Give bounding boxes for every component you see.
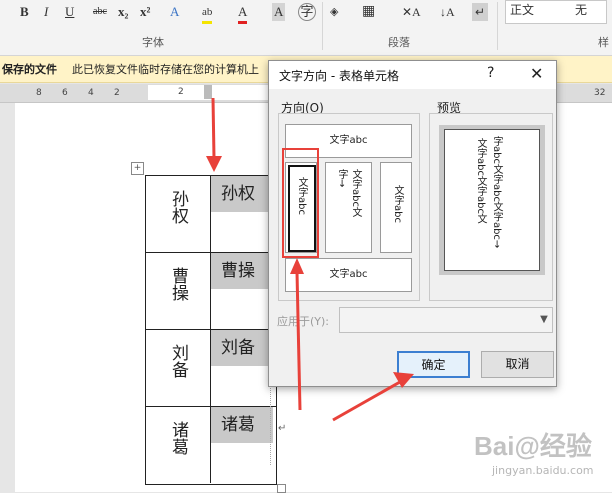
ruler-tick: 4	[88, 88, 94, 98]
table-cell[interactable]: 诸葛	[211, 407, 276, 483]
table-cell[interactable]: 曹操	[146, 253, 211, 329]
table-cell[interactable]: 曹操	[211, 253, 276, 329]
chinese-layout-icon[interactable]: ✕A	[402, 3, 421, 21]
preview-text-line: 文字abc文字abc文	[475, 138, 486, 224]
cell-text: 曹操	[211, 253, 273, 289]
cell-text: 刘备	[211, 330, 273, 366]
cell-text: 诸葛	[211, 407, 273, 443]
text-effects-button[interactable]: A	[170, 3, 179, 21]
ruler-text-area: 2	[148, 85, 268, 100]
group-separator	[497, 2, 498, 50]
direction-option-vertical-stacked[interactable]: 文字abc文 字→	[325, 162, 372, 253]
style-next[interactable]: 无	[575, 1, 587, 18]
info-bar-title: 保存的文件	[2, 63, 57, 76]
direction-option-vertical-right[interactable]: 文字abc	[380, 162, 412, 253]
char-shading-button[interactable]: A	[272, 3, 286, 21]
ribbon: B I U abc x₂ x² A ab A A 字 字体 ◈ ▦ ✕A ↓A …	[0, 0, 612, 56]
table-row: 曹操 曹操	[146, 253, 276, 330]
ruler-tick: 2	[114, 88, 120, 98]
direction-option-upside-down[interactable]: 文字abc	[285, 258, 412, 292]
enclose-char-icon[interactable]: 字	[298, 3, 316, 21]
apply-to-label: 应用于(Y):	[277, 315, 330, 328]
text-direction-dialog: 文字方向 - 表格单元格 ? ✕ 方向(O) 文字abc 文字abc 文字abc…	[268, 60, 557, 387]
underline-button[interactable]: U	[65, 3, 74, 21]
table-row: 刘备 刘备	[146, 330, 276, 407]
cell-text: 孙权	[211, 176, 273, 212]
dialog-titlebar[interactable]: 文字方向 - 表格单元格 ? ✕	[269, 61, 556, 89]
ruler-indent-marker[interactable]	[204, 85, 212, 99]
table-cell[interactable]: 刘备	[211, 330, 276, 406]
table-cell[interactable]: 孙权	[146, 176, 211, 252]
cancel-button[interactable]: 取消	[481, 351, 554, 378]
shading-icon[interactable]: ◈	[330, 3, 338, 21]
table-cell[interactable]: 刘备	[146, 330, 211, 406]
preview-paper: 文字abc文字abc文 字abc文字abc文字abc→	[444, 129, 540, 271]
font-color-button[interactable]: A	[238, 3, 248, 24]
show-marks-icon[interactable]: ↵	[472, 3, 489, 21]
option-label: 文字abc文	[350, 169, 361, 217]
vertical-cell-text: 孙权	[168, 190, 188, 224]
subscript-button[interactable]: x₂	[118, 3, 128, 21]
vertical-cell-text: 曹操	[168, 267, 188, 301]
watermark-logo: Bai@经验	[474, 431, 592, 461]
option-label: 文字abc	[329, 135, 368, 146]
document-table[interactable]: 孙权 孙权 曹操 曹操 刘备 刘备 诸葛 诸葛	[145, 175, 277, 485]
chevron-down-icon[interactable]: ▼	[535, 307, 553, 333]
ruler-tick: 2	[178, 87, 184, 97]
style-group-label: 样	[598, 36, 609, 49]
table-cell[interactable]: 诸葛	[146, 407, 211, 483]
borders-icon[interactable]: ▦	[362, 3, 375, 21]
font-group-label: 字体	[142, 36, 164, 49]
close-button[interactable]: ✕	[530, 64, 543, 83]
vertical-cell-text: 刘备	[168, 344, 188, 378]
dialog-title: 文字方向 - 表格单元格	[279, 69, 399, 83]
sort-icon[interactable]: ↓A	[440, 3, 455, 21]
strikethrough-button[interactable]: abc	[93, 3, 107, 21]
ruler-tick: 32	[594, 88, 606, 98]
ok-button[interactable]: 确定	[397, 351, 470, 378]
option-label: 字→	[336, 169, 347, 188]
highlight-button[interactable]: ab	[202, 3, 213, 24]
preview-text-line: 字abc文字abc文字abc→	[491, 136, 502, 249]
table-row: 孙权 孙权	[146, 176, 276, 253]
table-move-handle[interactable]: +	[131, 162, 144, 175]
vertical-cell-text: 诸葛	[168, 421, 188, 455]
option-label: 文字abc	[329, 269, 368, 280]
italic-button[interactable]: I	[44, 3, 48, 21]
option-label: 文字abc	[392, 185, 403, 223]
bold-button[interactable]: B	[20, 3, 29, 21]
table-cell[interactable]: 孙权	[211, 176, 276, 252]
ruler-tick: 6	[62, 88, 68, 98]
ruler-tick: 8	[36, 88, 42, 98]
info-bar-message: 此已恢复文件临时存储在您的计算机上	[72, 63, 259, 76]
annotation-highlight-box	[282, 148, 319, 258]
group-separator	[322, 2, 323, 50]
table-row: 诸葛 诸葛	[146, 407, 276, 483]
watermark-url: jingyan.baidu.com	[492, 464, 594, 477]
help-button[interactable]: ?	[487, 65, 494, 81]
paragraph-group-label: 段落	[388, 36, 410, 49]
paragraph-mark: ↵	[278, 423, 287, 434]
style-normal[interactable]: 正文	[510, 1, 534, 18]
apply-to-dropdown[interactable]	[339, 307, 553, 333]
superscript-button[interactable]: x²	[140, 3, 150, 21]
